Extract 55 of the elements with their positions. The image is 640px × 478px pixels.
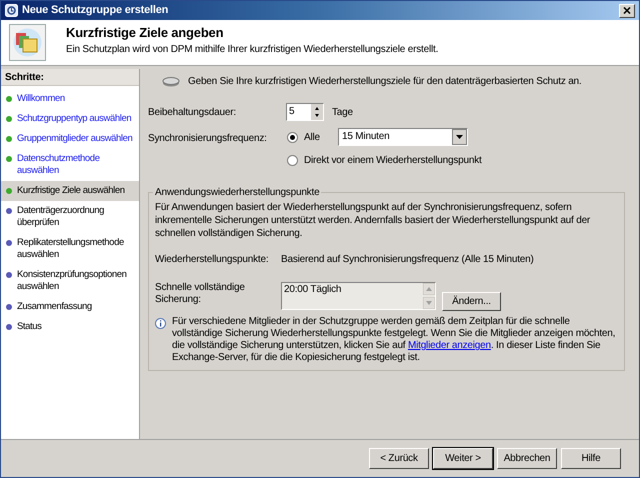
info-icon — [155, 318, 166, 329]
page-heading: Kurzfristige Ziele angeben — [66, 24, 224, 42]
step-label: Schutzgruppentyp auswählen — [17, 113, 132, 125]
step-item[interactable]: Datenschutzmethode auswählen — [1, 149, 139, 181]
app-icon — [5, 4, 18, 17]
members-link[interactable]: Mitglieder anzeigen — [408, 340, 491, 351]
page-description: Ein Schutzplan wird von DPM mithilfe Ihrer kurzfristigen Wiederherstellungsziele erstellt. — [66, 43, 438, 57]
recovery-points-label: Wiederherstellungspunkte: — [155, 253, 270, 267]
spin-down-icon[interactable] — [311, 112, 323, 120]
steps-heading: Schritte: — [1, 69, 139, 86]
close-button[interactable] — [619, 4, 635, 18]
radio-button[interactable] — [287, 154, 298, 166]
retention-label: Beibehaltungsdauer: — [148, 106, 237, 120]
step-label: Gruppenmitglieder auswählen — [17, 133, 132, 145]
unit-label: Tage — [332, 106, 353, 120]
step-label: Zusammenfassung — [17, 301, 92, 313]
step-item[interactable]: Schutzgruppentyp auswählen — [1, 109, 139, 129]
close-icon — [623, 7, 631, 14]
wizard-button[interactable]: Weiter > — [433, 448, 493, 469]
step-label: Datenschutzmethode auswählen — [17, 153, 101, 177]
window-title: Neue Schutzgruppe erstellen — [22, 3, 170, 18]
step-item[interactable]: Replikaterstellungsmethode auswählen — [1, 233, 139, 265]
folders-icon — [9, 24, 46, 61]
step-label: Status — [17, 321, 42, 333]
step-label: Kurzfristige Ziele auswählen — [17, 185, 125, 197]
spin-up-icon[interactable] — [311, 104, 323, 112]
info-text: Für verschiedene Mitglieder in der Schutzgruppe werden gemäß dem Zeitplan für die schnelle vollständige Sicherung Wiederherstellungspunkte festgelegt. Wenn Sie die Mitglieder anzeigen möchten, die vollständige Sicherung unterstützen, klicken Sie auf Mitglieder anzeigen. In dieser Liste finden Sie Exchange-Server, für die die Kopiesicherung festgelegt ist. — [172, 316, 616, 364]
change-button[interactable]: Ändern... — [442, 292, 501, 311]
frequency-dropdown[interactable]: 15 Minuten — [338, 128, 468, 146]
step-item[interactable]: Gruppenmitglieder auswählen — [1, 129, 139, 149]
disk-icon — [162, 76, 180, 86]
wizard-button[interactable]: Hilfe — [561, 448, 621, 469]
group-description: Für Anwendungen basiert der Wiederherstellungspunkt auf der Synchronisierungsfrequenz, sofern inkrementelle Sicherungen unterstützt werden. Andernfalls basiert der Wiederherstellungspunkt auf der schnellen vollständigen Sicherung. — [155, 201, 592, 240]
step-item[interactable]: Willkommen — [1, 89, 139, 109]
step-item[interactable]: Konsistenzprüfungsoptionen auswählen — [1, 265, 139, 297]
step-label: Willkommen — [17, 93, 65, 105]
step-item[interactable]: Status — [1, 317, 139, 337]
sync-label: Synchronisierungsfrequenz: — [148, 132, 268, 146]
full-backup-label: Schnelle vollständige Sicherung: — [155, 282, 246, 306]
list-item: 20:00 Täglich — [283, 283, 342, 297]
group-title: Anwendungswiederherstellungspunkte — [154, 186, 320, 200]
radio-label: Alle — [304, 130, 321, 144]
step-item[interactable]: Kurzfristige Ziele auswählen — [1, 181, 139, 201]
step-label: Datenträgerzuordnung überprüfen — [17, 205, 106, 229]
wizard-button[interactable]: Abbrechen — [497, 448, 557, 469]
step-label: Konsistenzprüfungsoptionen auswählen — [17, 269, 128, 293]
instruction-text: Geben Sie Ihre kurzfristigen Wiederherstellungsziele für den datenträgerbasierten Schutz an. — [188, 75, 582, 89]
step-item[interactable]: Zusammenfassung — [1, 297, 139, 317]
recovery-points-value: Basierend auf Synchronisierungsfrequenz (Alle 15 Minuten) — [281, 253, 534, 267]
step-label: Replikaterstellungsmethode auswählen — [17, 237, 125, 261]
radio-button[interactable] — [287, 132, 298, 142]
retention-spinner[interactable]: 5 — [286, 103, 324, 121]
radio-label: Direkt vor einem Wiederherstellungspunkt — [304, 154, 482, 168]
step-item[interactable]: Datenträgerzuordnung überprüfen — [1, 201, 139, 233]
wizard-button[interactable]: < Zurück — [369, 448, 429, 469]
